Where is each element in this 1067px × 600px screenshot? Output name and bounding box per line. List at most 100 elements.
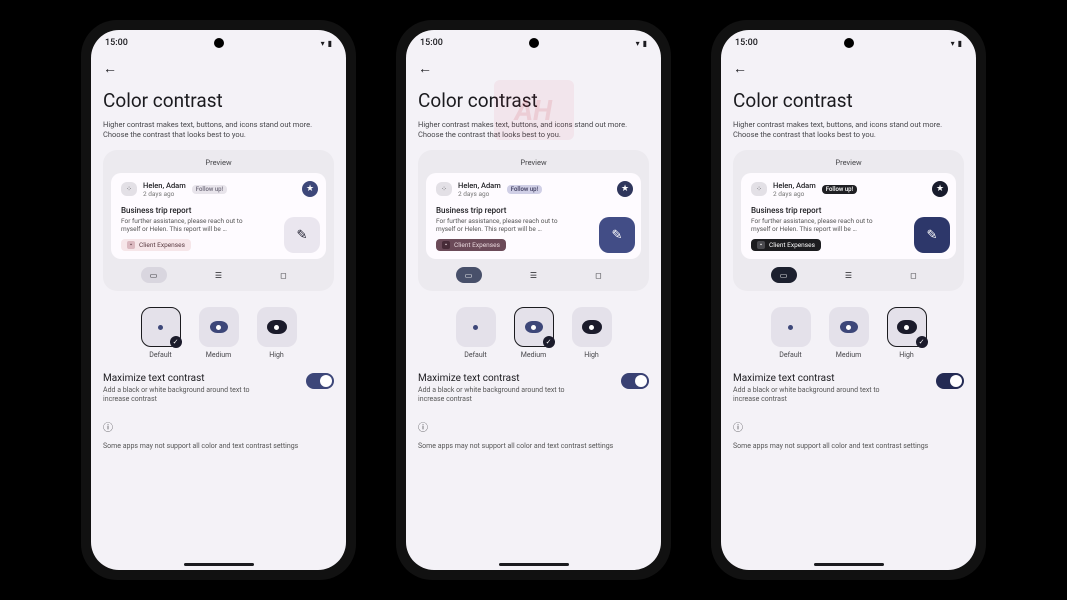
expense-chip-label: Client Expenses <box>454 241 500 249</box>
contrast-label-default: Default <box>464 351 486 359</box>
preview-card: Preview ⁘ Helen, Adam 2 days ago Follow … <box>418 150 649 292</box>
contrast-options-row: Default ✓ Medium High <box>406 307 661 359</box>
gesture-bar <box>814 563 884 566</box>
report-title: Business trip report <box>751 206 946 215</box>
tab-chat-icon[interactable]: ◻ <box>901 267 927 283</box>
maximize-title: Maximize text contrast <box>733 373 903 384</box>
tab-display-icon[interactable]: ▭ <box>141 267 167 283</box>
eye-medium-icon <box>525 321 543 333</box>
preview-label: Preview <box>111 156 326 173</box>
pencil-icon: ✎ <box>297 228 308 243</box>
status-icons: ▾ ▮ <box>951 39 962 48</box>
page-subtitle: Higher contrast makes text, buttons, and… <box>721 120 976 150</box>
avatar-icon: ⁘ <box>121 182 137 196</box>
contrast-label-high: High <box>899 351 913 359</box>
contrast-option-default[interactable]: Default <box>456 307 496 359</box>
check-icon: ✓ <box>916 336 928 348</box>
expense-chip: ▪ Client Expenses <box>751 239 821 251</box>
back-arrow-icon[interactable]: ← <box>733 61 747 77</box>
tab-list-icon[interactable]: ☰ <box>521 267 547 283</box>
pencil-icon: ✎ <box>927 228 938 243</box>
contrast-label-medium: Medium <box>206 351 231 359</box>
preview-inner-card: ⁘ Helen, Adam 2 days ago Follow up! ★ Bu… <box>741 173 956 260</box>
maximize-contrast-row: Maximize text contrast Add a black or wh… <box>91 359 346 410</box>
eye-default-icon <box>158 325 163 330</box>
tab-chat-icon[interactable]: ◻ <box>586 267 612 283</box>
maximize-toggle[interactable] <box>621 373 649 389</box>
maximize-toggle[interactable] <box>936 373 964 389</box>
edit-fab[interactable]: ✎ <box>599 217 635 253</box>
star-button[interactable]: ★ <box>932 181 948 197</box>
tab-list-icon[interactable]: ☰ <box>836 267 862 283</box>
eye-default-icon <box>788 325 793 330</box>
info-icon[interactable]: ⓘ <box>406 411 661 438</box>
preview-names: Helen, Adam <box>458 181 501 190</box>
status-icons: ▾ ▮ <box>636 39 647 48</box>
contrast-label-medium: Medium <box>521 351 546 359</box>
follow-up-chip: Follow up! <box>192 185 227 194</box>
contrast-option-medium[interactable]: Medium <box>199 307 239 359</box>
footer-note: Some apps may not support all color and … <box>721 438 976 454</box>
follow-up-chip: Follow up! <box>822 185 857 194</box>
preview-inner-card: ⁘ Helen, Adam 2 days ago Follow up! ★ Bu… <box>426 173 641 260</box>
preview-time: 2 days ago <box>773 190 816 198</box>
contrast-option-medium[interactable]: Medium <box>829 307 869 359</box>
gesture-bar <box>184 563 254 566</box>
contrast-options-row: ✓ Default Medium High <box>91 307 346 359</box>
contrast-option-medium[interactable]: ✓ Medium <box>514 307 554 359</box>
preview-names: Helen, Adam <box>143 181 186 190</box>
tab-display-icon[interactable]: ▭ <box>456 267 482 283</box>
maximize-subtitle: Add a black or white background around t… <box>103 386 273 404</box>
page-title: Color contrast <box>721 81 976 120</box>
maximize-title: Maximize text contrast <box>103 373 273 384</box>
info-icon[interactable]: ⓘ <box>91 411 346 438</box>
battery-icon: ▮ <box>328 39 332 48</box>
eye-default-icon <box>473 325 478 330</box>
tab-list-icon[interactable]: ☰ <box>206 267 232 283</box>
contrast-option-high[interactable]: ✓ High <box>887 307 927 359</box>
battery-icon: ▮ <box>643 39 647 48</box>
page-subtitle: Higher contrast makes text, buttons, and… <box>406 120 661 150</box>
footer-note: Some apps may not support all color and … <box>91 438 346 454</box>
maximize-subtitle: Add a black or white background around t… <box>733 386 903 404</box>
wifi-icon: ▾ <box>636 39 640 48</box>
preview-inner-card: ⁘ Helen, Adam 2 days ago Follow up! ★ Bu… <box>111 173 326 260</box>
preview-tab-row: ▭ ☰ ◻ <box>741 267 956 283</box>
phone-mockup-high: 15:00 ▾ ▮ ← Color contrast Higher contra… <box>711 20 986 580</box>
preview-names: Helen, Adam <box>773 181 816 190</box>
expense-chip: ▪ Client Expenses <box>121 239 191 251</box>
contrast-option-high[interactable]: High <box>257 307 297 359</box>
info-icon[interactable]: ⓘ <box>721 411 976 438</box>
phone-mockup-medium: AH 15:00 ▾ ▮ ← Color contrast Higher con… <box>396 20 671 580</box>
edit-fab[interactable]: ✎ <box>914 217 950 253</box>
contrast-label-default: Default <box>779 351 801 359</box>
back-arrow-icon[interactable]: ← <box>103 61 117 77</box>
report-title: Business trip report <box>436 206 631 215</box>
star-button[interactable]: ★ <box>617 181 633 197</box>
star-button[interactable]: ★ <box>302 181 318 197</box>
maximize-contrast-row: Maximize text contrast Add a black or wh… <box>721 359 976 410</box>
contrast-option-default[interactable]: ✓ Default <box>141 307 181 359</box>
preview-label: Preview <box>426 156 641 173</box>
chip-square-icon: ▪ <box>127 241 135 249</box>
contrast-option-default[interactable]: Default <box>771 307 811 359</box>
contrast-option-high[interactable]: High <box>572 307 612 359</box>
contrast-options-row: Default Medium ✓ High <box>721 307 976 359</box>
maximize-toggle[interactable] <box>306 373 334 389</box>
expense-chip-label: Client Expenses <box>139 241 185 249</box>
avatar-icon: ⁘ <box>436 182 452 196</box>
tab-display-icon[interactable]: ▭ <box>771 267 797 283</box>
edit-fab[interactable]: ✎ <box>284 217 320 253</box>
expense-chip: ▪ Client Expenses <box>436 239 506 251</box>
chip-square-icon: ▪ <box>757 241 765 249</box>
preview-card: Preview ⁘ Helen, Adam 2 days ago Follow … <box>103 150 334 292</box>
contrast-label-default: Default <box>149 351 171 359</box>
report-title: Business trip report <box>121 206 316 215</box>
camera-notch <box>529 38 539 48</box>
gesture-bar <box>499 563 569 566</box>
wifi-icon: ▾ <box>321 39 325 48</box>
tab-chat-icon[interactable]: ◻ <box>271 267 297 283</box>
page-title: Color contrast <box>406 81 661 120</box>
back-arrow-icon[interactable]: ← <box>418 61 432 77</box>
eye-medium-icon <box>210 321 228 333</box>
